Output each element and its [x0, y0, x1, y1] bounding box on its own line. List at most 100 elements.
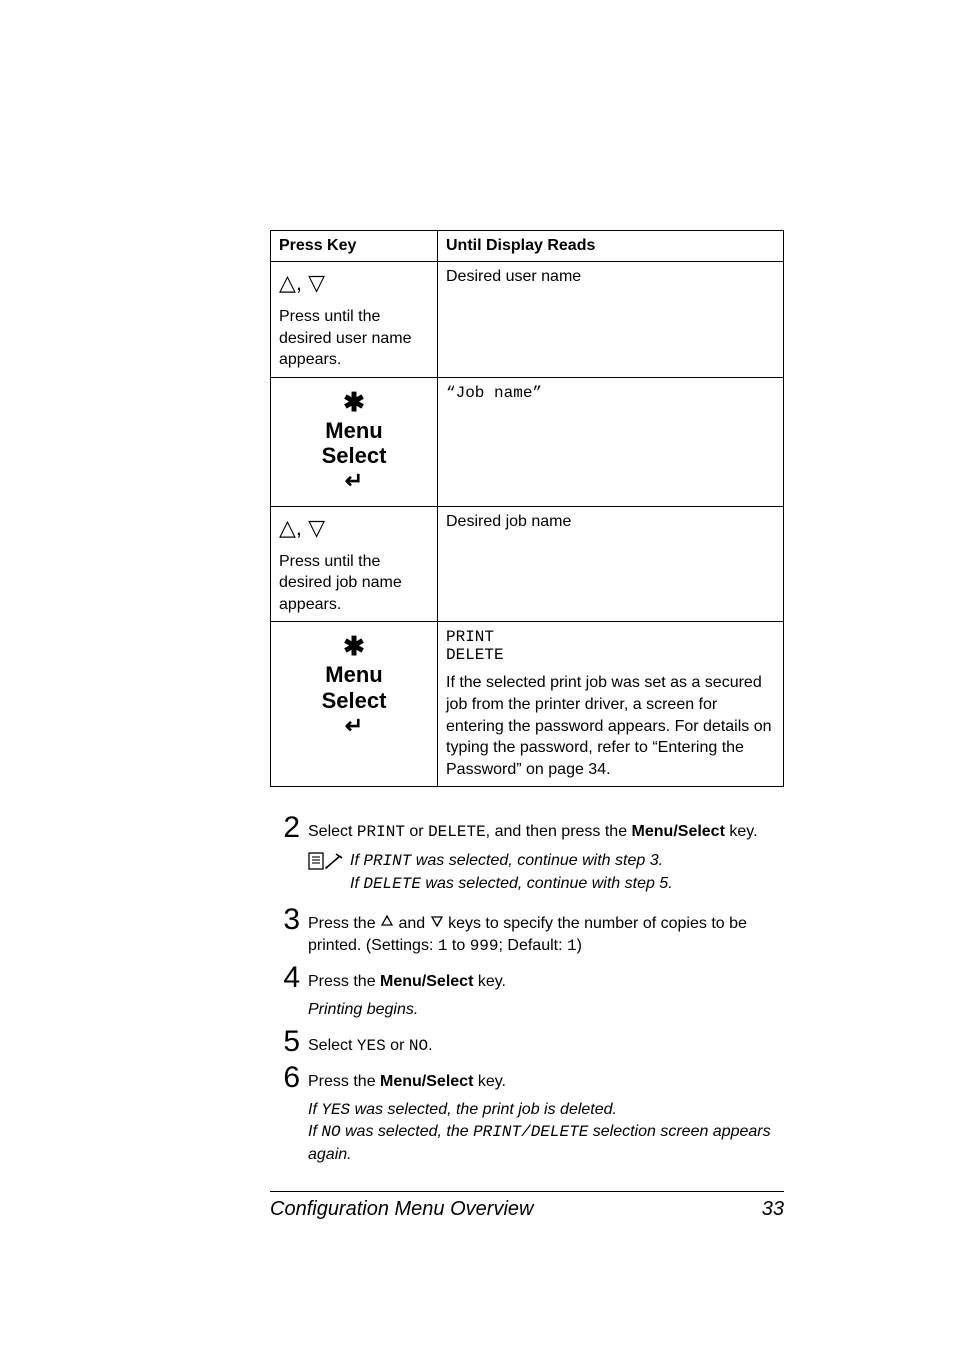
- code-text: 1: [567, 937, 577, 955]
- text: Press the: [308, 915, 380, 932]
- text: /: [521, 1123, 531, 1141]
- code-text: PRINT: [473, 1123, 521, 1141]
- step-subtext: Printing begins.: [308, 999, 784, 1021]
- text: ; Default:: [499, 937, 567, 954]
- display-reads-cell: PRINT DELETE If the selected print job w…: [438, 622, 784, 787]
- table-row: △, ▽ Press until the desired job name ap…: [271, 506, 784, 622]
- text: Select: [308, 823, 357, 840]
- display-text-delete: DELETE: [446, 646, 775, 664]
- step-row: 3 Press the and keys to specify the numb…: [270, 905, 784, 957]
- page-footer: Configuration Menu Overview 33: [270, 1191, 784, 1221]
- code-text: NO: [321, 1123, 340, 1141]
- text: key.: [725, 823, 758, 840]
- press-key-table: Press Key Until Display Reads △, ▽ Press…: [270, 230, 784, 787]
- bold-text: Menu/Select: [380, 1073, 473, 1090]
- display-text-print: PRINT: [446, 628, 775, 646]
- step-body: Select PRINT or DELETE, and then press t…: [308, 813, 784, 844]
- up-down-arrows-icon: △, ▽: [279, 513, 325, 551]
- text: to: [447, 937, 469, 954]
- table-row: ✱ Menu Select ↵ PRINT DELETE If the sele…: [271, 622, 784, 787]
- text: or: [386, 1037, 409, 1054]
- step-body: Press the Menu/Select key. If YES was se…: [308, 1063, 784, 1165]
- text: If: [350, 852, 363, 869]
- table-header-row: Press Key Until Display Reads: [271, 231, 784, 262]
- text: Press the: [308, 973, 380, 990]
- star-icon: ✱: [279, 388, 429, 418]
- text: , and then press the: [486, 823, 632, 840]
- code-text: NO: [409, 1037, 428, 1055]
- document-page: Press Key Until Display Reads △, ▽ Press…: [0, 0, 954, 1351]
- code-text: PRINT: [357, 823, 405, 841]
- step-number: 4: [270, 963, 300, 993]
- press-key-cell: △, ▽ Press until the desired user name a…: [271, 262, 438, 378]
- step-row: 6 Press the Menu/Select key. If YES was …: [270, 1063, 784, 1165]
- up-down-arrows-icon: △, ▽: [279, 268, 325, 306]
- note-row: If PRINT was selected, continue with ste…: [308, 850, 784, 895]
- text: If: [350, 875, 363, 892]
- text: key.: [473, 973, 506, 990]
- step-row: 4 Press the Menu/Select key. Printing be…: [270, 963, 784, 1020]
- step-subtext: If YES was selected, the print job is de…: [308, 1099, 784, 1166]
- step-number: 6: [270, 1063, 300, 1093]
- code-text: YES: [357, 1037, 386, 1055]
- press-key-cell: ✱ Menu Select ↵: [271, 377, 438, 506]
- step-number: 3: [270, 905, 300, 935]
- step-number: 5: [270, 1027, 300, 1057]
- step-body: Press the and keys to specify the number…: [308, 905, 784, 957]
- press-key-cell: ✱ Menu Select ↵: [271, 622, 438, 787]
- text: Press the: [308, 1073, 380, 1090]
- display-text: “Job name”: [446, 384, 542, 402]
- code-text: DELETE: [531, 1123, 589, 1141]
- note-text: If PRINT was selected, continue with ste…: [350, 850, 784, 895]
- code-text: DELETE: [428, 823, 486, 841]
- col-header-press-key: Press Key: [271, 231, 438, 262]
- text: If: [308, 1123, 321, 1140]
- note-icon: [308, 850, 346, 877]
- menu-label: Menu: [279, 418, 429, 443]
- text: key.: [473, 1073, 506, 1090]
- col-header-display-reads: Until Display Reads: [438, 231, 784, 262]
- step-row: 2 Select PRINT or DELETE, and then press…: [270, 813, 784, 844]
- up-triangle-icon: [380, 913, 394, 935]
- footer-title: Configuration Menu Overview: [270, 1198, 533, 1221]
- code-text: PRINT: [363, 852, 411, 870]
- code-text: 999: [470, 937, 499, 955]
- menu-select-icon: ✱ Menu Select ↵: [279, 384, 429, 500]
- menu-select-icon: ✱ Menu Select ↵: [279, 628, 429, 744]
- select-label: Select: [279, 443, 429, 468]
- bold-text: Menu/Select: [632, 823, 725, 840]
- enter-icon: ↵: [279, 468, 429, 493]
- step-body: Press the Menu/Select key. Printing begi…: [308, 963, 784, 1020]
- step-number: 2: [270, 813, 300, 843]
- select-label: Select: [279, 688, 429, 713]
- text: was selected, continue with step 5.: [421, 875, 673, 892]
- step-row: 5 Select YES or NO.: [270, 1027, 784, 1058]
- text: was selected, the print job is deleted.: [350, 1101, 617, 1118]
- code-text: DELETE: [363, 875, 421, 893]
- code-text: 1: [438, 937, 448, 955]
- text: was selected, the: [341, 1123, 474, 1140]
- press-key-subnote: Press until the desired user name appear…: [279, 308, 412, 368]
- text: If: [308, 1101, 321, 1118]
- menu-label: Menu: [279, 662, 429, 687]
- display-reads-cell: Desired job name: [438, 506, 784, 622]
- page-number: 33: [762, 1198, 784, 1221]
- step-body: Select YES or NO.: [308, 1027, 784, 1058]
- text: Select: [308, 1037, 357, 1054]
- text: or: [405, 823, 428, 840]
- display-reads-cell: “Job name”: [438, 377, 784, 506]
- press-key-subnote: Press until the desired job name appears…: [279, 553, 402, 613]
- instruction-steps: 2 Select PRINT or DELETE, and then press…: [270, 813, 784, 1165]
- display-reads-cell: Desired user name: [438, 262, 784, 378]
- bold-text: Menu/Select: [380, 973, 473, 990]
- code-text: YES: [321, 1101, 350, 1119]
- down-triangle-icon: [430, 913, 444, 935]
- table-row: ✱ Menu Select ↵ “Job name”: [271, 377, 784, 506]
- star-icon: ✱: [279, 632, 429, 662]
- text: .: [428, 1037, 432, 1054]
- text: was selected, continue with step 3.: [411, 852, 663, 869]
- table-row: △, ▽ Press until the desired user name a…: [271, 262, 784, 378]
- enter-icon: ↵: [279, 713, 429, 738]
- display-text-paragraph: If the selected print job was set as a s…: [446, 672, 775, 780]
- press-key-cell: △, ▽ Press until the desired job name ap…: [271, 506, 438, 622]
